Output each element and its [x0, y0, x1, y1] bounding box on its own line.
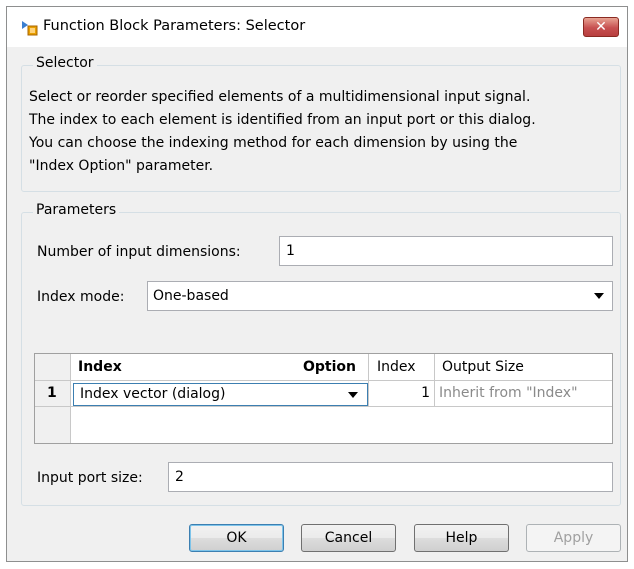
header-output-size-label: Output Size: [442, 359, 524, 375]
title-bar[interactable]: Function Block Parameters: Selector ✕: [7, 7, 627, 47]
table-header-output-size[interactable]: Output Size: [435, 354, 612, 381]
input-port-size-field[interactable]: 2: [168, 462, 613, 492]
help-button[interactable]: Help: [414, 524, 509, 552]
table-corner: [35, 354, 71, 381]
selector-group-title: Selector: [33, 55, 97, 71]
close-button[interactable]: ✕: [583, 17, 619, 37]
table-empty-row-header: [35, 407, 71, 443]
close-icon: ✕: [595, 19, 607, 35]
cancel-button[interactable]: Cancel: [301, 524, 396, 552]
index-value-cell[interactable]: 1: [369, 381, 435, 407]
header-index-value-label: Index: [377, 359, 416, 375]
table-row-number: 1: [35, 381, 71, 407]
ok-button[interactable]: OK: [189, 524, 284, 552]
index-mode-label: Index mode:: [37, 289, 125, 305]
window-title: Function Block Parameters: Selector: [43, 18, 306, 34]
table-header-index-option[interactable]: Index Option: [71, 354, 369, 381]
parameters-group-title: Parameters: [33, 202, 120, 218]
table-header-index-value[interactable]: Index: [369, 354, 435, 381]
chevron-down-icon: [348, 392, 358, 398]
index-value: 1: [421, 385, 430, 401]
index-mode-select[interactable]: One-based: [147, 281, 613, 311]
output-size-value: Inherit from "Index": [439, 385, 578, 401]
simulink-block-icon: [22, 21, 38, 36]
apply-button[interactable]: Apply: [526, 524, 621, 552]
index-option-select[interactable]: Index vector (dialog): [73, 383, 368, 406]
header-index-label: Index: [78, 359, 122, 375]
output-size-cell: Inherit from "Index": [435, 381, 612, 407]
block-description: Select or reorder specified elements of …: [29, 89, 536, 174]
index-options-table: Index Option Index Output Size 1 Index v…: [34, 353, 613, 444]
num-input-dimensions-field[interactable]: 1: [279, 236, 613, 266]
index-option-value: Index vector (dialog): [80, 386, 226, 402]
header-option-label: Option: [303, 359, 356, 375]
num-input-dimensions-label: Number of input dimensions:: [37, 244, 241, 260]
input-port-size-label: Input port size:: [37, 470, 143, 486]
chevron-down-icon: [594, 293, 604, 299]
index-mode-value: One-based: [153, 288, 229, 304]
